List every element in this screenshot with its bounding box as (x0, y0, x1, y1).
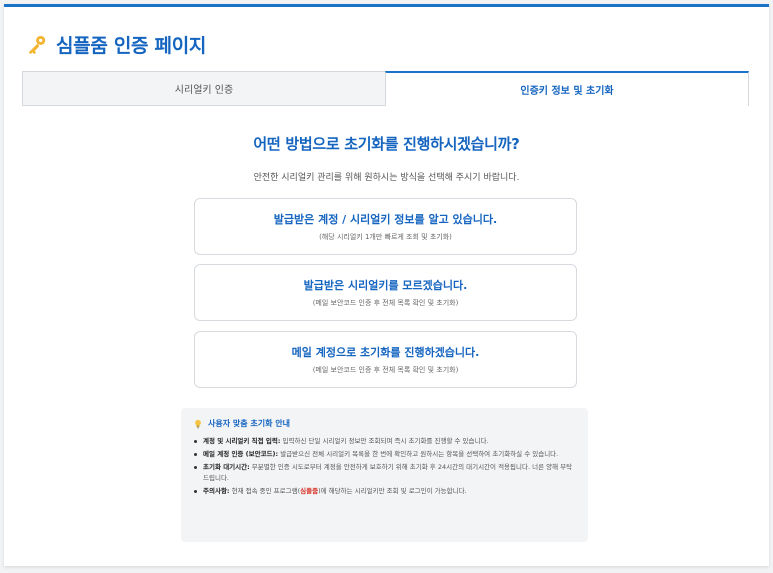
option-title: 메일 계정으로 초기화를 진행하겠습니다. (291, 346, 480, 359)
option-unknown-serial-button[interactable]: 발급받은 시리얼키를 모르겠습니다. (메일 보안코드 인증 후 전체 목록 확… (194, 264, 577, 321)
page-header: 심플줌 인증 페이지 (26, 31, 206, 58)
guide-item-label: 주의사항: (203, 487, 230, 495)
guide-list: 계정 및 시리얼키 직접 입력: 입력하신 단일 시리얼키 정보만 조회되며 즉… (193, 436, 578, 497)
guide-item-text: 입력하신 단일 시리얼키 정보만 조회되며 즉시 초기화를 진행할 수 있습니다… (280, 437, 489, 445)
guide-item-text: 무분별한 인증 시도로부터 계정을 안전하게 보호하기 위해 초기화 후 24시… (203, 463, 573, 482)
page-title: 심플줌 인증 페이지 (56, 35, 207, 57)
option-title: 발급받은 시리얼키를 모르겠습니다. (303, 279, 468, 292)
tab-key-info-reset[interactable]: 인증키 정보 및 초기화 (385, 71, 749, 106)
option-description: (메일 보안코드 인증 후 전체 목록 확인 및 초기화) (312, 299, 459, 307)
guide-title: 사용자 맞춤 초기화 안내 (208, 419, 290, 428)
option-email-reset-button[interactable]: 메일 계정으로 초기화를 진행하겠습니다. (메일 보안코드 인증 후 전체 목… (194, 331, 577, 388)
guide-item-text: 발급받으신 전체 시리얼키 목록을 한 번에 확인하고 원하시는 항목을 선택하… (278, 450, 559, 458)
question-heading: 어떤 방법으로 초기화를 진행하시겠습니까? (253, 135, 520, 153)
guide-item: 메일 계정 인증 (보안코드): 발급받으신 전체 시리얼키 목록을 한 번에 … (193, 449, 578, 460)
guide-item: 주의사항: 현재 접속 중인 프로그램(심플줌)에 해당하는 시리얼키만 조회 … (193, 486, 578, 497)
guide-item-text: 현재 접속 중인 프로그램( (229, 487, 301, 495)
option-description: (메일 보안코드 인증 후 전체 목록 확인 및 초기화) (312, 366, 459, 374)
program-name-highlight: 심플줌 (300, 487, 319, 495)
reset-guide-box: 사용자 맞춤 초기화 안내 계정 및 시리얼키 직접 입력: 입력하신 단일 시… (181, 408, 588, 542)
option-known-account-button[interactable]: 발급받은 계정 / 시리얼키 정보를 알고 있습니다. (해당 시리얼키 1개만… (194, 198, 577, 255)
option-title: 발급받은 계정 / 시리얼키 정보를 알고 있습니다. (273, 213, 498, 226)
guide-item-text: )에 해당하는 시리얼키만 조회 및 로그인이 가능합니다. (318, 487, 467, 495)
tab-bar: 시리얼키 인증 인증키 정보 및 초기화 (22, 71, 749, 106)
key-icon (28, 35, 46, 54)
question-subtitle: 안전한 시리얼키 관리를 위해 원하시는 방식을 선택해 주시기 바랍니다. (253, 173, 520, 183)
guide-item: 계정 및 시리얼키 직접 입력: 입력하신 단일 시리얼키 정보만 조회되며 즉… (193, 436, 578, 447)
lightbulb-icon (195, 419, 201, 428)
guide-item: 초기화 대기시간: 무분별한 인증 시도로부터 계정을 안전하게 보호하기 위해… (193, 462, 578, 484)
auth-card: 심플줌 인증 페이지 시리얼키 인증 인증키 정보 및 초기화 어떤 방법으로 … (4, 4, 769, 566)
guide-item-label: 계정 및 시리얼키 직접 입력: (203, 437, 281, 445)
tab-serial-auth[interactable]: 시리얼키 인증 (22, 71, 385, 106)
guide-item-label: 메일 계정 인증 (보안코드): (203, 450, 279, 458)
option-description: (해당 시리얼키 1개만 빠르게 조회 및 초기화) (319, 233, 452, 241)
guide-item-label: 초기화 대기시간: (203, 463, 250, 471)
guide-header: 사용자 맞춤 초기화 안내 (193, 418, 578, 429)
